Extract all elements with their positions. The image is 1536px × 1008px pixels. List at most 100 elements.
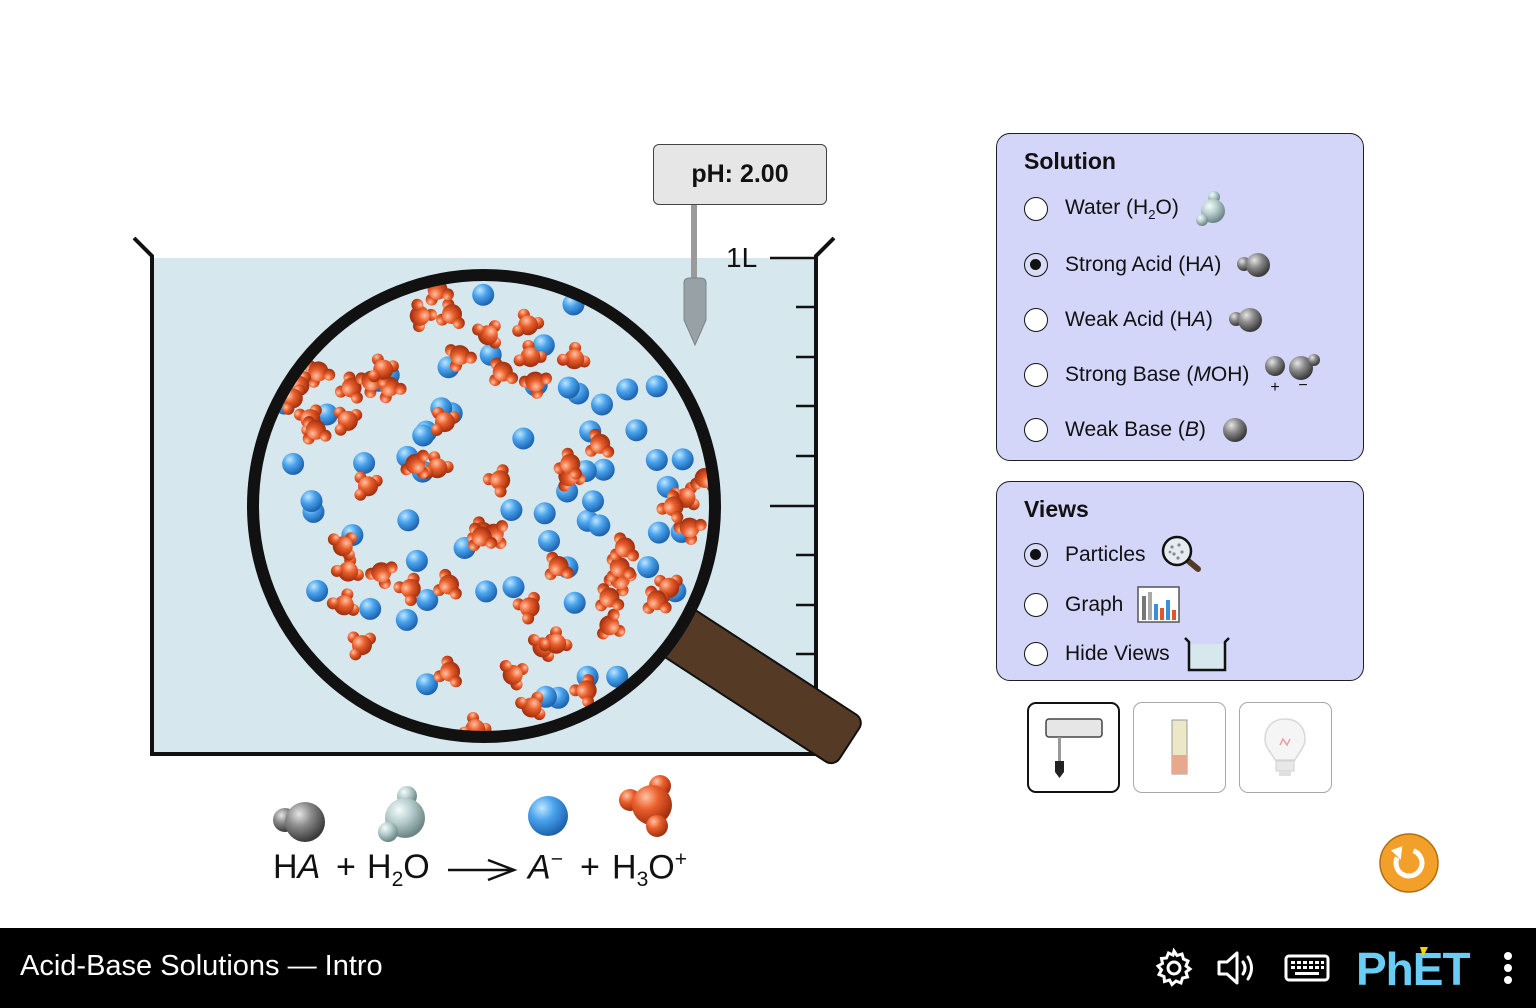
solution-label-strong-acid: Strong Acid (HA) — [1065, 253, 1222, 276]
water-molecule-icon — [378, 786, 425, 842]
reset-all-button[interactable] — [1379, 833, 1439, 893]
anion-particle — [405, 549, 428, 572]
solution-option-strong-acid[interactable]: Strong Acid (HA) — [1024, 250, 1275, 280]
speaker-icon — [1217, 951, 1253, 985]
acid-molecule-icon — [1237, 253, 1271, 277]
solution-panel-title: Solution — [1024, 148, 1116, 174]
view-label-particles: Particles — [1065, 543, 1146, 566]
anion-particle — [475, 580, 498, 603]
anion-particle — [502, 576, 525, 599]
radio-particles[interactable] — [1024, 543, 1048, 567]
view-option-particles[interactable]: Particles — [1024, 535, 1206, 572]
bar-graph-icon — [1137, 586, 1181, 623]
views-panel: Views Particles Graph Hide Views — [996, 481, 1364, 681]
anion-particle — [397, 509, 420, 532]
keyboard-shortcuts-button[interactable] — [1284, 928, 1330, 1008]
anion-particle — [645, 375, 668, 398]
equation-product-anion: A− — [528, 848, 563, 887]
ph-meter-icon — [1045, 718, 1103, 778]
solution-option-strong-base[interactable]: Strong Base (MOH) + − — [1024, 354, 1327, 396]
conductivity-tool-button[interactable] — [1239, 702, 1332, 793]
ph-paper-tool-button[interactable] — [1133, 702, 1226, 793]
equation-plus-2: + — [580, 848, 600, 886]
solution-label-weak-base: Weak Base (B) — [1065, 418, 1206, 441]
anion-particle — [538, 530, 560, 552]
solution-label-weak-acid: Weak Acid (HA) — [1065, 308, 1213, 331]
anion-particle — [557, 376, 580, 399]
anion-particle — [533, 502, 556, 525]
gear-icon — [1155, 948, 1193, 987]
anion-particle — [671, 448, 694, 471]
anion-particle — [588, 514, 611, 537]
minus-charge-label: − — [1299, 377, 1308, 394]
solution-option-water[interactable]: Water (H2O) — [1024, 191, 1229, 226]
phet-logo-icon: PhET — [1356, 943, 1471, 993]
navigation-bar: Acid-Base Solutions — Intro PhET — [0, 928, 1536, 1008]
views-panel-title: Views — [1024, 496, 1089, 522]
audio-toggle-button[interactable] — [1215, 928, 1261, 1008]
ph-paper-icon — [1171, 719, 1188, 775]
anion-particle — [645, 449, 668, 471]
water-molecule-icon — [1195, 191, 1225, 226]
radio-hide-views[interactable] — [1024, 642, 1048, 666]
equation-reactant-water: H2O — [367, 848, 430, 891]
equation-reactant-acid: HA — [273, 848, 321, 886]
phet-wordmark: PhET — [1356, 943, 1470, 993]
radio-weak-base[interactable] — [1024, 418, 1048, 442]
anion-particle — [591, 393, 613, 416]
anion-particle — [616, 378, 639, 401]
anion-particle — [300, 490, 323, 513]
keyboard-icon — [1284, 954, 1330, 982]
anion-particle — [637, 556, 660, 579]
solution-label-strong-base: Strong Base (MOH) — [1065, 363, 1250, 386]
acid-molecule-icon — [273, 802, 325, 842]
acid-molecule-icon — [1228, 308, 1262, 332]
reaction-arrow — [448, 858, 518, 882]
solution-option-weak-acid[interactable]: Weak Acid (HA) — [1024, 305, 1267, 335]
radio-strong-acid[interactable] — [1024, 253, 1048, 277]
ph-meter-tool-button[interactable] — [1027, 702, 1120, 793]
solution-panel: Solution Water (H2O) Strong Acid (HA) We… — [996, 133, 1364, 461]
phet-menu-button[interactable] — [1498, 928, 1518, 1008]
radio-weak-acid[interactable] — [1024, 308, 1048, 332]
radio-strong-base[interactable] — [1024, 363, 1048, 387]
anion-molecule-icon — [528, 796, 568, 836]
magnifier-icon — [1161, 535, 1201, 572]
radio-water[interactable] — [1024, 197, 1048, 221]
view-label-hide-views: Hide Views — [1065, 642, 1170, 665]
anion-particle — [500, 499, 523, 521]
equation-product-hydronium: H3O+ — [612, 848, 688, 892]
sim-title: Acid-Base Solutions — Intro — [20, 950, 383, 982]
view-option-hide-views[interactable]: Hide Views — [1024, 637, 1230, 672]
anion-particle — [353, 452, 376, 474]
anion-particle — [625, 419, 648, 442]
hydronium-molecule-icon — [619, 775, 672, 837]
radio-graph[interactable] — [1024, 593, 1048, 617]
anion-particle — [512, 427, 535, 450]
weak-base-molecule-icon — [1222, 418, 1247, 442]
anion-particle — [472, 283, 495, 306]
preferences-button[interactable] — [1154, 928, 1194, 1008]
equation-molecules — [273, 775, 672, 842]
beaker-volume-label: 1L — [726, 242, 758, 273]
equation-plus: + — [336, 848, 356, 886]
anion-particle — [563, 591, 586, 614]
plus-charge-label: + — [1271, 379, 1280, 396]
ph-readout: pH: 2.00 — [653, 144, 827, 205]
anion-particle — [395, 608, 418, 631]
beaker-icon — [1183, 637, 1230, 672]
kebab-menu-icon — [1504, 952, 1512, 984]
anion-particle — [582, 490, 604, 513]
anion-particle — [306, 579, 329, 602]
light-bulb-icon — [1264, 718, 1306, 776]
solution-label-water: Water (H2O) — [1065, 195, 1179, 223]
view-label-graph: Graph — [1065, 593, 1124, 616]
anion-particle — [282, 452, 305, 475]
anion-particle — [412, 424, 435, 447]
solution-option-weak-base[interactable]: Weak Base (B) — [1024, 415, 1250, 445]
base-ions-icon: + − — [1265, 354, 1321, 396]
phet-logo[interactable]: PhET — [1356, 928, 1488, 1008]
view-option-graph[interactable]: Graph — [1024, 586, 1181, 623]
anion-particle — [647, 521, 670, 544]
anion-particle — [359, 597, 382, 620]
